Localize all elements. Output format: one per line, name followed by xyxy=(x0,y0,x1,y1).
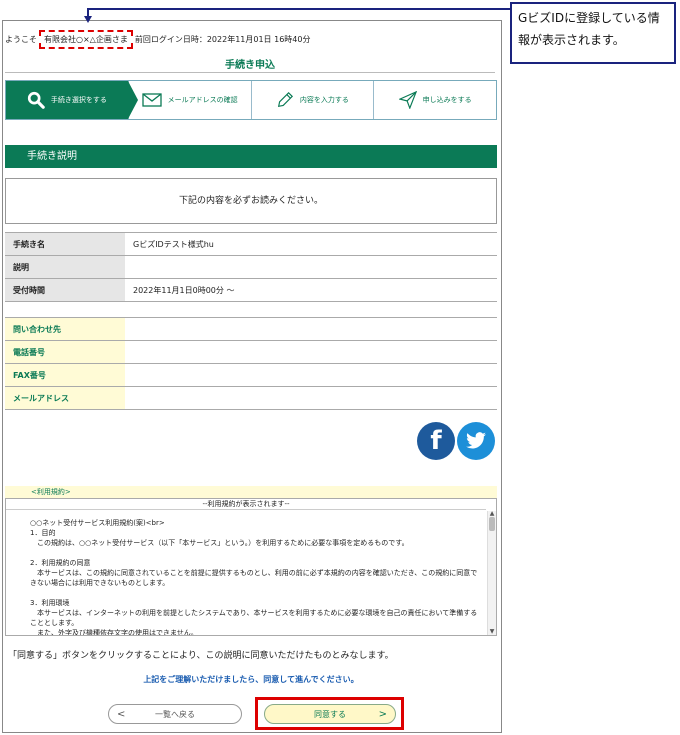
field-label: メールアドレス xyxy=(5,386,125,410)
callout-connector xyxy=(87,8,510,10)
search-icon xyxy=(27,91,45,109)
procedure-info-table: 手続き名 GビズIDテスト様式hu 説明 受付時間 2022年11月1日0時00分 … xyxy=(5,232,497,302)
back-to-list-button[interactable]: < 一覧へ戻る xyxy=(108,704,242,724)
step-email-confirm: メールアドレスの確認 xyxy=(129,81,252,119)
callout-arrow-head xyxy=(84,16,92,23)
contact-info-table: 問い合わせ先 電話番号 FAX番号 メールアドレス xyxy=(5,317,497,410)
terms-scrollbar[interactable]: ▲ ▼ xyxy=(487,511,496,635)
chevron-right-icon: > xyxy=(378,708,387,720)
page-title: 手続き申込 xyxy=(225,60,275,71)
terms-scroll-area[interactable]: --利用規約が表示されます-- ○○ネット受付サービス利用規約(案)<br> 1… xyxy=(5,498,497,636)
last-login-value: 2022年11月01日 16時40分 xyxy=(206,35,311,44)
table-row: メールアドレス xyxy=(5,386,497,410)
terms-content: ○○ネット受付サービス利用規約(案)<br> 1．目的 この規約は、○○ネット受… xyxy=(6,510,496,636)
scrollbar-thumb[interactable] xyxy=(489,517,495,531)
field-label: 受付時間 xyxy=(5,278,125,302)
field-value xyxy=(125,386,497,410)
welcome-text: ようこそ xyxy=(5,35,37,44)
step-progress: 手続き選択をする メールアドレスの確認 内容を入力する 申し込みをする xyxy=(5,80,497,120)
field-value xyxy=(125,317,497,341)
table-row: 問い合わせ先 xyxy=(5,317,497,341)
scroll-down-icon[interactable]: ▼ xyxy=(488,629,496,635)
proceed-note: 上記をご理解いただけましたら、同意して進んでください。 xyxy=(143,675,359,684)
terms-paragraph: 2．利用規約の同意 本サービスは、この規約に同意されていることを前提に提供するも… xyxy=(30,559,478,587)
table-row: 受付時間 2022年11月1日0時00分 ～ xyxy=(5,278,497,302)
field-value: GビズIDテスト様式hu xyxy=(125,232,497,256)
field-label: 説明 xyxy=(5,255,125,279)
section-title: 手続き説明 xyxy=(5,145,497,168)
step-apply: 申し込みをする xyxy=(374,81,496,119)
field-label: FAX番号 xyxy=(5,363,125,387)
table-row: 電話番号 xyxy=(5,340,497,364)
table-row: 説明 xyxy=(5,255,497,279)
table-row: FAX番号 xyxy=(5,363,497,387)
step-select-procedure: 手続き選択をする xyxy=(6,81,138,119)
agree-button[interactable]: 同意する > xyxy=(264,704,396,724)
step-label: 内容を入力する xyxy=(299,96,349,104)
terms-paragraph: ○○ネット受付サービス利用規約(案)<br> 1．目的 この規約は、○○ネット受… xyxy=(30,519,409,547)
send-icon xyxy=(398,91,417,109)
facebook-icon[interactable]: f xyxy=(417,422,455,460)
last-login-label: 前回ログイン日時： xyxy=(134,35,207,44)
agree-note: 「同意する」ボタンをクリックすることにより、この説明に同意いただけたものとみなし… xyxy=(8,651,394,661)
field-label: 電話番号 xyxy=(5,340,125,364)
terms-header: --利用規約が表示されます-- xyxy=(6,499,486,510)
field-label: 問い合わせ先 xyxy=(5,317,125,341)
pencil-icon xyxy=(276,91,294,109)
step-label: メールアドレスの確認 xyxy=(167,96,238,104)
field-value xyxy=(125,340,497,364)
step-label: 申し込みをする xyxy=(422,96,472,104)
table-row: 手続き名 GビズIDテスト様式hu xyxy=(5,232,497,256)
mail-icon xyxy=(141,93,162,107)
field-value xyxy=(125,255,497,279)
company-name: 有限会社○×△企画さま xyxy=(39,30,133,49)
field-value xyxy=(125,363,497,387)
annotation-callout: GビズIDに登録している情報が表示されます。 xyxy=(510,2,676,64)
notice-box: 下記の内容を必ずお読みください。 xyxy=(5,178,497,224)
agree-button-label: 同意する xyxy=(314,709,346,719)
chevron-left-icon: < xyxy=(117,708,126,720)
divider xyxy=(5,72,495,73)
terms-label: <利用規約> xyxy=(5,486,497,498)
field-label: 手続き名 xyxy=(5,232,125,256)
terms-paragraph: 3．利用環境 本サービスは、インターネットの利用を前提としたシステムであり、本サ… xyxy=(30,599,478,636)
user-info-bar: ようこそ 有限会社○×△企画さま 前回ログイン日時：2022年11月01日 16時4… xyxy=(5,30,310,49)
twitter-icon[interactable] xyxy=(457,422,495,460)
field-value: 2022年11月1日0時00分 ～ xyxy=(125,278,497,302)
step-label: 手続き選択をする xyxy=(50,96,107,104)
back-button-label: 一覧へ戻る xyxy=(155,709,195,719)
step-enter-content: 内容を入力する xyxy=(252,81,375,119)
